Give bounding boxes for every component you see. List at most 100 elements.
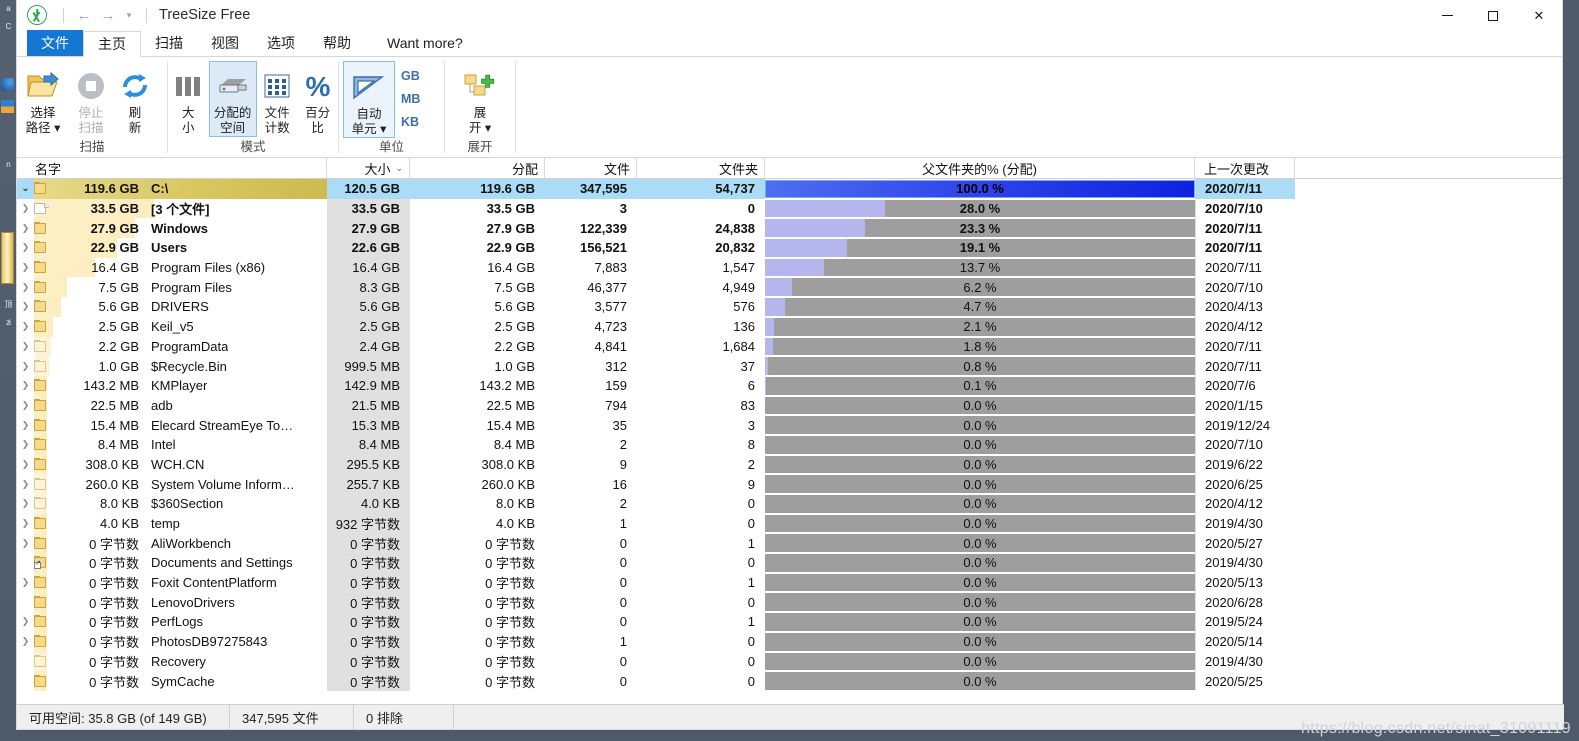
cell-folders: 37 <box>740 358 755 374</box>
table-row[interactable]: ❯ 1.0 GB $Recycle.Bin 999.5 MB 1.0 GB 312 37 0.… <box>17 356 1562 376</box>
unit-option-gb[interactable]: GB <box>401 69 420 83</box>
cell-folders: 0 <box>747 516 755 532</box>
mode-percent-button[interactable]: % 百分 比 <box>297 61 338 136</box>
column-header-size[interactable]: 大小 ⌄ <box>327 158 410 178</box>
close-button[interactable]: ✕ <box>1516 0 1562 31</box>
tab-scan[interactable]: 扫描 <box>141 30 197 56</box>
cell-allocated: 0 字节数 <box>485 536 535 552</box>
table-row[interactable]: ❯ 33.5 GB [3 个文件] 33.5 GB 33.5 GB 3 0 28.0 % 202… <box>17 198 1562 219</box>
table-row[interactable]: ❯ 260.0 KB System Volume Inform… 255.7 KB 26… <box>17 474 1562 494</box>
expand-arrow-icon[interactable]: ❯ <box>17 396 34 415</box>
expand-arrow-icon[interactable]: ❯ <box>17 455 34 474</box>
refresh-button[interactable]: 刷 新 <box>113 61 157 136</box>
table-row[interactable]: ❯ 0 字节数 AliWorkbench 0 字节数 0 字节数 0 1 0.0 % 2020/… <box>17 533 1562 554</box>
cell-name: ❯ 0 字节数 PerfLogs <box>17 612 327 632</box>
cell-allocated: 2.5 GB <box>494 319 535 335</box>
column-header-percent-of-parent[interactable]: 父文件夹的% (分配) <box>765 158 1195 178</box>
table-row[interactable]: 0 字节数 SymCache 0 字节数 0 字节数 0 0 0.0 % 2020/5/25 <box>17 671 1562 691</box>
tab-want-more[interactable]: Want more? <box>365 30 477 56</box>
table-row[interactable]: ❯ 15.4 MB Elecard StreamEye To… 15.3 MB 15.4… <box>17 415 1562 435</box>
tab-file[interactable]: 文件 <box>27 30 83 56</box>
row-label: Recovery <box>151 653 206 669</box>
percent-bar: 28.0 % <box>765 199 1195 218</box>
ribbon-group-unit: 自动 单元 ▾ GB MB KB 单位 <box>339 57 444 157</box>
table-row[interactable]: ❯ 4.0 KB temp 932 字节数 4.0 KB 1 0 0.0 % 2019/4/30 <box>17 513 1562 534</box>
table-row[interactable]: ❯ 0 字节数 PerfLogs 0 字节数 0 字节数 0 1 0.0 % 2019/5/24 <box>17 612 1562 632</box>
expand-arrow-icon[interactable]: ❯ <box>17 475 34 494</box>
expand-arrow-icon[interactable]: ❯ <box>17 357 34 376</box>
column-header-last-modified[interactable]: 上一次更改 <box>1195 158 1295 178</box>
grid-icon <box>262 66 292 106</box>
expand-arrow-icon[interactable]: ❯ <box>17 337 34 356</box>
cell-files: 159 <box>605 378 627 394</box>
triangle-ruler-icon <box>351 67 387 107</box>
table-row[interactable]: 0 字节数 Documents and Settings 0 字节数 0 字节数 0 0 0… <box>17 553 1562 573</box>
table-row[interactable]: ❯ 22.5 MB adb 21.5 MB 22.5 MB 794 83 0.0 % 2020/… <box>17 395 1562 416</box>
table-row[interactable]: ❯ 143.2 MB KMPlayer 142.9 MB 143.2 MB 159 6 0.1… <box>17 375 1562 396</box>
table-row[interactable]: 0 字节数 LenovoDrivers 0 字节数 0 字节数 0 0 0.0 % 2020/… <box>17 592 1562 613</box>
table-row[interactable]: ❯ 16.4 GB Program Files (x86) 16.4 GB 16.4 G… <box>17 257 1562 278</box>
table-row[interactable]: ❯ 2.5 GB Keil_v5 2.5 GB 2.5 GB 4,723 136 2.1 % 2… <box>17 316 1562 337</box>
column-header-files[interactable]: 文件 <box>545 158 637 178</box>
expand-arrow-icon[interactable]: ❯ <box>17 199 34 218</box>
table-row[interactable]: ⌄ 119.6 GB C:\ 120.5 GB 119.6 GB 347,595 54,73… <box>17 179 1562 199</box>
expand-arrow-icon[interactable]: ❯ <box>17 238 34 257</box>
cell-size: 5.6 GB <box>327 297 410 317</box>
maximize-button[interactable] <box>1470 0 1516 31</box>
back-button[interactable]: ← <box>72 4 96 26</box>
collapse-arrow-icon[interactable]: ⌄ <box>17 179 34 198</box>
expand-button[interactable]: 展 开 ▾ <box>454 61 506 136</box>
unit-option-kb[interactable]: KB <box>401 115 420 129</box>
expand-arrow-icon[interactable]: ❯ <box>17 297 34 316</box>
mode-size-button[interactable]: 大 小 <box>168 61 209 136</box>
expand-arrow-icon[interactable]: ❯ <box>17 376 34 395</box>
table-row[interactable]: ❯ 8.4 MB Intel 8.4 MB 8.4 MB 2 8 0.0 % 2020/7/10 <box>17 434 1562 455</box>
percent-bar: 0.0 % <box>765 573 1195 592</box>
table-row[interactable]: ❯ 7.5 GB Program Files 8.3 GB 7.5 GB 46,377 4,… <box>17 277 1562 298</box>
tab-help[interactable]: 帮助 <box>309 30 365 56</box>
select-path-button[interactable]: 选择 路径 ▾ <box>17 61 69 136</box>
row-inline-size: 143.2 MB <box>83 378 139 394</box>
auto-unit-button[interactable]: 自动 单元 ▾ <box>343 61 395 138</box>
cell-files: 122,339 <box>580 220 627 236</box>
expand-arrow-icon[interactable]: ❯ <box>17 632 34 651</box>
column-header-allocated[interactable]: 分配 <box>410 158 545 178</box>
column-header-folders[interactable]: 文件夹 <box>637 158 765 178</box>
folder-icon <box>34 536 49 550</box>
expand-arrow-icon[interactable]: ❯ <box>17 219 34 238</box>
expand-arrow-icon[interactable]: ❯ <box>17 573 34 592</box>
expand-arrow-icon[interactable]: ❯ <box>17 534 34 553</box>
cell-size: 0 字节数 <box>327 553 410 573</box>
expand-arrow-icon[interactable]: ❯ <box>17 435 34 454</box>
table-row[interactable]: ❯ 8.0 KB $360Section 4.0 KB 8.0 KB 2 0 0.0 % 202… <box>17 494 1562 514</box>
expand-arrow-icon[interactable]: ❯ <box>17 317 34 336</box>
qat-dropdown-icon[interactable]: ▾ <box>120 4 138 26</box>
minimize-button[interactable] <box>1424 0 1470 31</box>
stop-scan-button[interactable]: 停止 扫描 <box>69 61 113 136</box>
table-row[interactable]: ❯ 22.9 GB Users 22.6 GB 22.9 GB 156,521 20,832… <box>17 238 1562 258</box>
expand-arrow-icon[interactable]: ❯ <box>17 416 34 435</box>
tab-home[interactable]: 主页 <box>83 31 141 57</box>
table-row[interactable]: ❯ 0 字节数 Foxit ContentPlatform 0 字节数 0 字节数 0 1 0… <box>17 572 1562 593</box>
expand-arrow-icon[interactable]: ❯ <box>17 278 34 297</box>
cell-name: ❯ 0 字节数 Foxit ContentPlatform <box>17 572 327 593</box>
table-row[interactable]: ❯ 308.0 KB WCH.CN 295.5 KB 308.0 KB 9 2 0.0 % 20… <box>17 454 1562 475</box>
table-row[interactable]: ❯ 0 字节数 PhotosDB97275843 0 字节数 0 字节数 1 0 0.0 % 2… <box>17 631 1562 652</box>
forward-button[interactable]: → <box>96 4 120 26</box>
expand-arrow-icon[interactable]: ❯ <box>17 514 34 533</box>
mode-file-count-button[interactable]: 文件 计数 <box>257 61 298 136</box>
tab-options[interactable]: 选项 <box>253 30 309 56</box>
table-row[interactable]: ❯ 27.9 GB Windows 27.9 GB 27.9 GB 122,339 24,8… <box>17 218 1562 239</box>
expand-arrow-icon[interactable]: ❯ <box>17 494 34 513</box>
unit-option-mb[interactable]: MB <box>401 92 420 106</box>
row-label: WCH.CN <box>151 456 205 472</box>
table-row[interactable]: ❯ 2.2 GB ProgramData 2.4 GB 2.2 GB 4,841 1,684… <box>17 336 1562 357</box>
expand-arrow-icon[interactable]: ❯ <box>17 612 34 631</box>
column-header-name[interactable]: 名字 <box>17 158 327 178</box>
mode-allocated-space-button[interactable]: 分配的 空间 <box>208 61 257 137</box>
cell-percent-of-parent: 0.0 % <box>765 474 1195 494</box>
expand-arrow-icon[interactable]: ❯ <box>17 258 34 277</box>
tab-view[interactable]: 视图 <box>197 30 253 56</box>
table-row[interactable]: ❯ 5.6 GB DRIVERS 5.6 GB 5.6 GB 3,577 576 4.7 % 2… <box>17 297 1562 317</box>
table-row[interactable]: 0 字节数 Recovery 0 字节数 0 字节数 0 0 0.0 % 2019/4/30 <box>17 651 1562 672</box>
